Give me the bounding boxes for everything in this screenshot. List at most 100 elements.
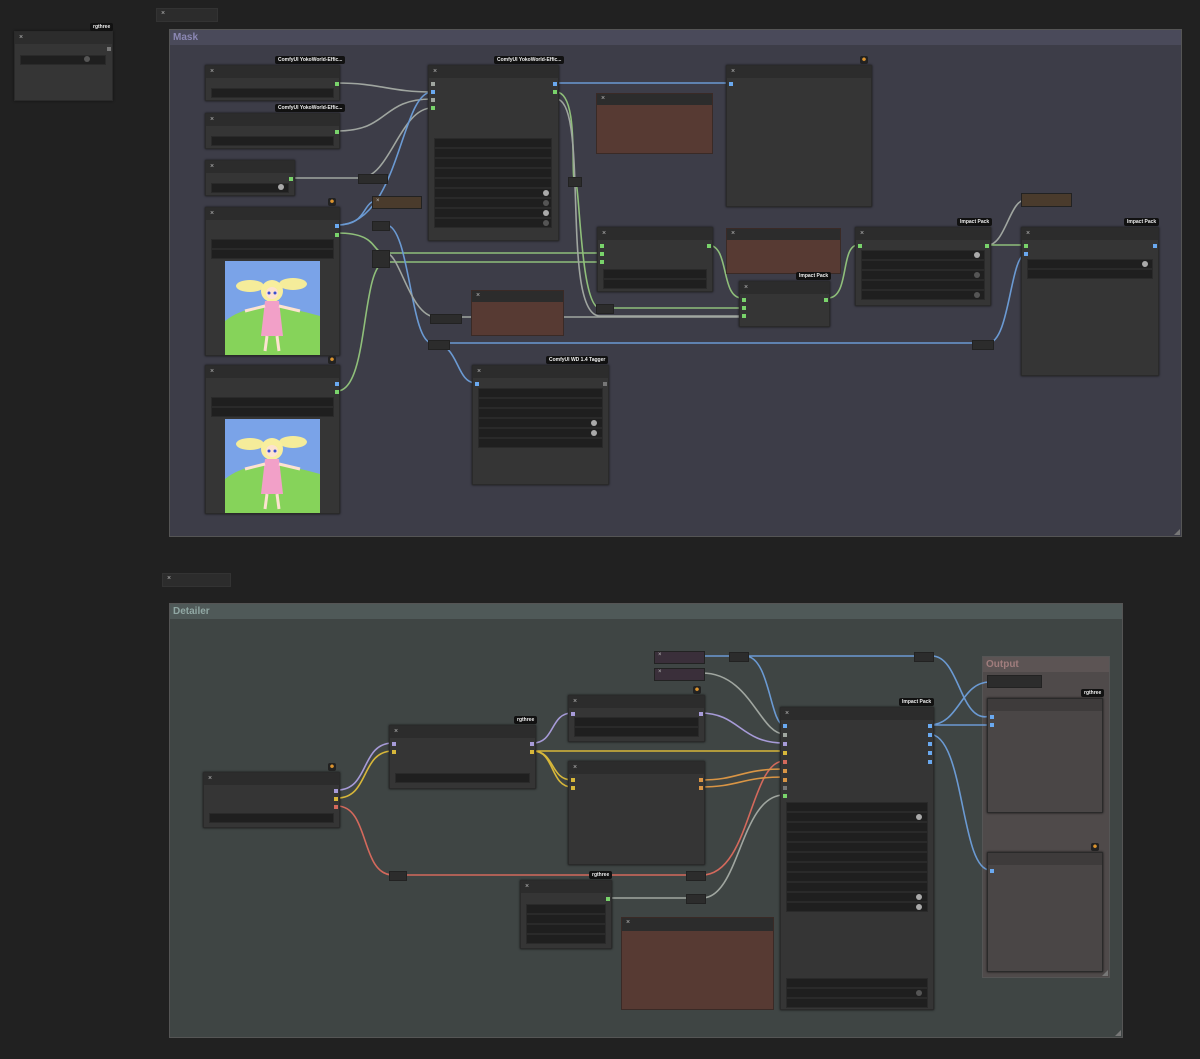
- checkpoint-loader-node[interactable]: ×: [203, 772, 340, 828]
- widget-toggle[interactable]: [974, 252, 980, 258]
- widget-toggle[interactable]: [543, 190, 549, 196]
- output-port[interactable]: [928, 760, 932, 764]
- input-port[interactable]: [431, 106, 435, 110]
- impact-node-mid[interactable]: ×: [855, 227, 991, 306]
- close-icon[interactable]: ×: [573, 697, 577, 706]
- node-header[interactable]: ×: [473, 366, 608, 378]
- note-node[interactable]: ×: [596, 93, 713, 154]
- node-widget[interactable]: [861, 250, 985, 260]
- widget-toggle[interactable]: [916, 894, 922, 900]
- input-port[interactable]: [742, 306, 746, 310]
- reroute-node[interactable]: [389, 871, 407, 881]
- note-node[interactable]: ×: [471, 290, 564, 336]
- input-port[interactable]: [571, 778, 575, 782]
- node-widget[interactable]: [209, 813, 334, 823]
- close-icon[interactable]: ×: [19, 33, 23, 42]
- yoko-node-1[interactable]: ×: [205, 65, 340, 101]
- input-port[interactable]: [783, 778, 787, 782]
- node-widget[interactable]: [478, 408, 603, 418]
- reroute-node[interactable]: [430, 314, 462, 324]
- output-port[interactable]: [334, 797, 338, 801]
- node-header[interactable]: ×: [15, 32, 112, 44]
- close-icon[interactable]: ×: [210, 162, 214, 171]
- reroute-node[interactable]: [914, 652, 934, 662]
- input-port[interactable]: [600, 252, 604, 256]
- node-widget[interactable]: [786, 978, 928, 988]
- node-header[interactable]: ×: [429, 66, 558, 78]
- reroute-node[interactable]: [686, 894, 706, 904]
- widget-toggle[interactable]: [543, 220, 549, 226]
- node-header[interactable]: ×: [521, 881, 611, 893]
- widget-toggle[interactable]: [916, 990, 922, 996]
- node-widget[interactable]: [861, 280, 985, 290]
- node-widget[interactable]: [786, 872, 928, 882]
- node-header[interactable]: ×: [204, 773, 339, 785]
- reroute-node[interactable]: [596, 304, 614, 314]
- node-widget[interactable]: [526, 924, 606, 934]
- input-port[interactable]: [783, 760, 787, 764]
- node-widget[interactable]: [786, 822, 928, 832]
- node-widget[interactable]: [434, 218, 552, 228]
- node-widget[interactable]: [526, 904, 606, 914]
- input-port[interactable]: [729, 82, 733, 86]
- group-title[interactable]: Mask: [170, 30, 1181, 45]
- input-port[interactable]: [431, 90, 435, 94]
- close-icon[interactable]: ×: [210, 367, 214, 376]
- node-widget[interactable]: [786, 902, 928, 912]
- close-icon[interactable]: ×: [376, 198, 380, 204]
- reroute-node[interactable]: [372, 250, 390, 268]
- node-header[interactable]: ×: [856, 228, 990, 240]
- output-port[interactable]: [699, 778, 703, 782]
- input-port[interactable]: [783, 794, 787, 798]
- output-port[interactable]: [928, 724, 932, 728]
- output-port[interactable]: [699, 712, 703, 716]
- input-port[interactable]: [990, 715, 994, 719]
- widget-toggle[interactable]: [974, 292, 980, 298]
- node-header[interactable]: ×: [206, 161, 294, 173]
- output-port[interactable]: [928, 733, 932, 737]
- load-image-node-1[interactable]: ×: [205, 207, 340, 356]
- output-port[interactable]: [289, 177, 293, 181]
- close-icon[interactable]: ×: [731, 230, 735, 237]
- node-widget[interactable]: [861, 270, 985, 280]
- output-port[interactable]: [335, 233, 339, 237]
- close-icon[interactable]: ×: [394, 727, 398, 736]
- node-widget[interactable]: [861, 290, 985, 300]
- node-widget[interactable]: [786, 812, 928, 822]
- node-header[interactable]: ×: [622, 918, 773, 931]
- input-port[interactable]: [1024, 244, 1028, 248]
- output-port[interactable]: [335, 130, 339, 134]
- sampler-settings-node[interactable]: ×: [568, 695, 705, 742]
- node-widget[interactable]: [603, 279, 707, 289]
- prompt-encode-node[interactable]: ×: [568, 761, 705, 865]
- node-widget[interactable]: [786, 852, 928, 862]
- node-header[interactable]: ×: [206, 208, 339, 220]
- save-image-node[interactable]: [987, 852, 1103, 972]
- close-icon[interactable]: ×: [602, 229, 606, 238]
- node-widget[interactable]: [211, 397, 334, 407]
- reroute-node[interactable]: [972, 340, 994, 350]
- widget-toggle[interactable]: [916, 904, 922, 910]
- node-widget[interactable]: [434, 198, 552, 208]
- image-compare-node[interactable]: [987, 698, 1103, 813]
- node-widget[interactable]: [786, 862, 928, 872]
- widget-toggle[interactable]: [974, 272, 980, 278]
- input-port[interactable]: [431, 82, 435, 86]
- input-port[interactable]: [783, 733, 787, 737]
- node-header[interactable]: ×: [597, 94, 712, 105]
- node-widget[interactable]: [211, 407, 334, 417]
- rgthree-small-node[interactable]: ×: [520, 880, 612, 949]
- node-widget[interactable]: [786, 882, 928, 892]
- close-icon[interactable]: ×: [573, 763, 577, 772]
- input-port[interactable]: [600, 260, 604, 264]
- node-widget[interactable]: [478, 438, 603, 448]
- node-header[interactable]: ×: [206, 66, 339, 78]
- node-header[interactable]: ×: [781, 708, 933, 720]
- widget-toggle[interactable]: [278, 184, 284, 190]
- node-widget[interactable]: [434, 178, 552, 188]
- node-widget[interactable]: [603, 269, 707, 279]
- node-widget[interactable]: [434, 158, 552, 168]
- wd-tagger-node[interactable]: ×: [472, 365, 609, 485]
- node-header[interactable]: ×: [569, 696, 704, 708]
- node-widget[interactable]: [786, 998, 928, 1008]
